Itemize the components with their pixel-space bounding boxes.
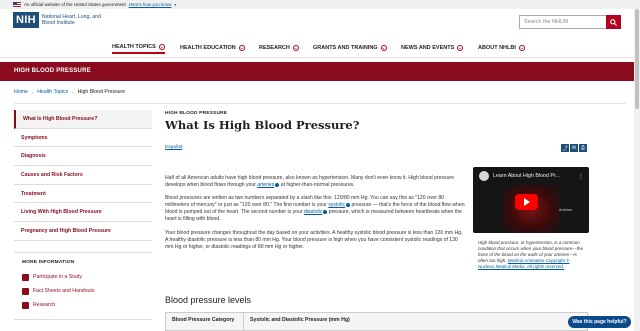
- research-link[interactable]: Research: [22, 298, 144, 312]
- info-icon[interactable]: [275, 182, 280, 187]
- breadcrumb: Home › Health Topics › High Blood Pressu…: [14, 89, 125, 95]
- nav-label: RESEARCH: [259, 45, 290, 51]
- sidebar-item-treatment[interactable]: Treatment: [14, 185, 152, 204]
- page-title: What Is High Blood Pressure?: [165, 118, 360, 132]
- table-header: Blood Pressure Category: [166, 313, 244, 330]
- us-flag-icon: [13, 2, 21, 7]
- paragraph: Half of all American adults have high bl…: [165, 175, 465, 189]
- sidebar-nav: What Is High Blood Pressure? Symptoms Di…: [14, 110, 152, 241]
- chevron-circle-icon: ⌄: [158, 44, 165, 50]
- topic-title-bar: HIGH BLOOD PRESSURE: [0, 62, 640, 81]
- how-you-know-link[interactable]: Here's how you know: [129, 2, 172, 7]
- video-caption: High blood pressure, or hypertension, is…: [478, 240, 586, 270]
- sidebar-item-what-is[interactable]: What Is High Blood Pressure?: [14, 110, 152, 129]
- nav-label: NEWS AND EVENTS: [401, 45, 455, 51]
- gov-banner: An official website of the United States…: [0, 0, 640, 9]
- info-icon[interactable]: [346, 202, 351, 207]
- gov-banner-text: An official website of the United States…: [24, 2, 126, 7]
- scrollbar[interactable]: [634, 9, 640, 331]
- link-label: Participate in a Study: [33, 274, 83, 280]
- divider: [14, 103, 626, 104]
- play-button[interactable]: [515, 194, 538, 210]
- topic-title: HIGH BLOOD PRESSURE: [14, 68, 91, 74]
- nav-label: HEALTH TOPICS: [112, 44, 156, 50]
- main-nav: HEALTH TOPICS ⌄ HEALTH EDUCATION ⌄ RESEA…: [0, 38, 640, 58]
- site-header: NIH National Heart, Lung, and Blood Inst…: [0, 9, 640, 37]
- search-button[interactable]: [606, 15, 621, 29]
- chevron-circle-icon: ⌄: [380, 45, 387, 51]
- section-heading: Blood pressure levels: [165, 295, 252, 305]
- nav-news-events[interactable]: NEWS AND EVENTS ⌄: [401, 42, 464, 54]
- link-label: Fact Sheets and Handouts: [33, 288, 95, 294]
- email-icon[interactable]: ✉: [570, 144, 578, 152]
- scrollbar-thumb[interactable]: [635, 9, 639, 109]
- breadcrumb-health-topics[interactable]: Health Topics: [37, 89, 68, 95]
- share-icon[interactable]: ⤴: [561, 144, 569, 152]
- espanol-link[interactable]: Español: [165, 145, 182, 150]
- chevron-circle-icon: ⌄: [292, 45, 299, 51]
- nav-about-nhlbi[interactable]: ABOUT NHLBI ⌄: [478, 42, 525, 54]
- fact-sheets-link[interactable]: Fact Sheets and Handouts: [22, 284, 144, 298]
- chevron-circle-icon: ⌄: [238, 45, 245, 51]
- sidebar-item-diagnosis[interactable]: Diagnosis: [14, 147, 152, 167]
- sidebar-item-living-with[interactable]: Living With High Blood Pressure: [14, 203, 152, 223]
- flask-icon: [22, 301, 29, 309]
- article-body: Half of all American adults have high bl…: [165, 175, 465, 257]
- info-icon[interactable]: [323, 210, 328, 215]
- chevron-right-icon: ›: [72, 89, 74, 95]
- chevron-circle-icon: ⌄: [457, 45, 464, 51]
- search-icon: [610, 18, 617, 26]
- chevron-down-icon[interactable]: ▾: [174, 2, 176, 7]
- paragraph: Blood pressures are written as two numbe…: [165, 195, 465, 223]
- video-title: Learn About High Blood Pr...: [493, 173, 560, 179]
- text: at higher-than-normal pressures.: [280, 182, 355, 189]
- search-form: Search the NHLBI: [519, 15, 621, 29]
- systolic-link[interactable]: systolic: [328, 202, 345, 208]
- channel-avatar: [479, 171, 489, 181]
- nav-health-education[interactable]: HEALTH EDUCATION ⌄: [180, 42, 245, 54]
- chevron-right-icon: ›: [31, 89, 34, 95]
- paragraph: Your blood pressure changes throughout t…: [165, 229, 463, 250]
- diastolic-link[interactable]: diastolic: [304, 209, 322, 215]
- feedback-button[interactable]: Was this page helpful?: [568, 316, 631, 328]
- book-icon: [22, 287, 29, 295]
- sidebar-item-pregnancy[interactable]: Pregnancy and High Blood Pressure: [14, 222, 152, 241]
- nav-health-topics[interactable]: HEALTH TOPICS ⌄: [112, 42, 165, 54]
- nav-label: ABOUT NHLBI: [478, 45, 516, 51]
- breadcrumb-home[interactable]: Home: [14, 89, 28, 95]
- more-information-box: MORE INFORMATION Participate in a Study …: [14, 252, 152, 320]
- table-header: Systolic and Diastolic Pressure (mm Hg): [250, 317, 350, 323]
- more-info-heading: MORE INFORMATION: [22, 260, 75, 265]
- arteries-link[interactable]: arteries: [257, 182, 274, 188]
- sidebar-item-causes[interactable]: Causes and Risk Factors: [14, 166, 152, 185]
- nav-label: HEALTH EDUCATION: [180, 45, 236, 51]
- more-vertical-icon[interactable]: ⋮: [578, 173, 584, 180]
- nhlbi-logo[interactable]: NIH National Heart, Lung, and Blood Inst…: [13, 12, 112, 28]
- breadcrumb-current: High Blood Pressure: [77, 89, 126, 95]
- search-input[interactable]: Search the NHLBI: [519, 15, 606, 29]
- nih-logo-mark: NIH: [13, 12, 39, 28]
- bp-levels-table: Blood Pressure Category Systolic and Dia…: [165, 312, 588, 331]
- article-kicker: HIGH BLOOD PRESSURE: [165, 111, 228, 116]
- nav-research[interactable]: RESEARCH ⌄: [259, 42, 299, 54]
- sidebar-item-symptoms[interactable]: Symptoms: [14, 129, 152, 148]
- chevron-circle-icon: ⌄: [518, 45, 525, 51]
- nav-label: GRANTS AND TRAINING: [313, 45, 378, 51]
- video-player[interactable]: Learn About High Blood Pr... ⋮ Arteries: [473, 167, 589, 233]
- print-icon[interactable]: ⎙: [579, 144, 587, 152]
- share-buttons: ⤴ ✉ ⎙: [561, 144, 587, 152]
- nav-grants-training[interactable]: GRANTS AND TRAINING ⌄: [313, 42, 387, 54]
- video-label: Arteries: [559, 208, 573, 212]
- institute-name: National Heart, Lung, and Blood Institut…: [41, 14, 101, 26]
- link-label: Research: [33, 302, 56, 308]
- participate-link[interactable]: Participate in a Study: [22, 270, 144, 284]
- people-icon: [22, 273, 29, 281]
